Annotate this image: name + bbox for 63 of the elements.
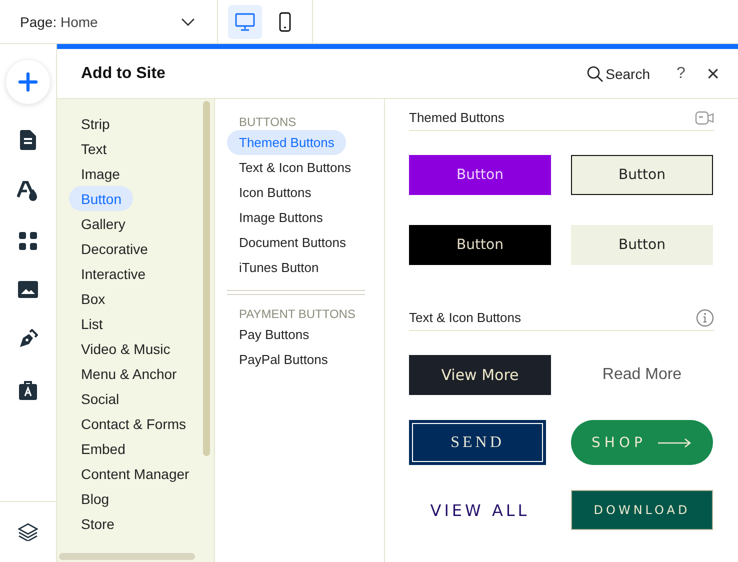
bag-icon[interactable] bbox=[19, 380, 37, 400]
panel-title: Add to Site bbox=[81, 64, 166, 82]
search-icon bbox=[586, 66, 603, 82]
subcategory-item[interactable]: Text & Icon Buttons bbox=[227, 155, 364, 180]
category-item[interactable]: Button bbox=[69, 186, 134, 211]
section-title: Themed Buttons bbox=[409, 110, 504, 125]
phone-icon bbox=[279, 12, 291, 32]
category-item[interactable]: Image bbox=[69, 161, 132, 186]
category-item[interactable]: Contact & Forms bbox=[69, 411, 198, 436]
button-preview[interactable]: VIEW ALL bbox=[409, 490, 551, 530]
scrollbar[interactable] bbox=[59, 553, 195, 560]
button-preview[interactable]: SHOP bbox=[571, 420, 713, 465]
button-preview[interactable]: Button bbox=[409, 155, 551, 195]
image-icon[interactable] bbox=[18, 281, 38, 298]
group-heading: PAYMENT BUTTONS bbox=[238, 307, 356, 321]
search-button[interactable]: Search bbox=[586, 66, 650, 82]
scrollbar[interactable] bbox=[203, 101, 210, 456]
category-item[interactable]: Menu & Anchor bbox=[69, 361, 189, 386]
pen-icon[interactable] bbox=[18, 329, 38, 349]
button-preview[interactable]: Button bbox=[571, 225, 713, 265]
category-item[interactable]: Decorative bbox=[69, 236, 160, 261]
chevron-down-icon bbox=[181, 18, 195, 26]
category-item[interactable]: Text bbox=[69, 136, 119, 161]
subcategory-item[interactable]: Pay Buttons bbox=[227, 322, 322, 347]
subcategory-item[interactable]: Icon Buttons bbox=[227, 180, 324, 205]
grid-icon[interactable] bbox=[19, 232, 37, 250]
help-button[interactable]: ? bbox=[672, 64, 690, 82]
category-item[interactable]: Video & Music bbox=[69, 336, 182, 361]
button-preview[interactable]: SEND bbox=[409, 420, 546, 465]
subcategory-item[interactable]: iTunes Button bbox=[227, 255, 331, 280]
arrow-right-icon bbox=[658, 438, 692, 448]
category-item[interactable]: Content Manager bbox=[69, 461, 202, 486]
section-title: Text & Icon Buttons bbox=[409, 310, 522, 325]
category-item[interactable]: Gallery bbox=[69, 211, 138, 236]
page-dropdown[interactable]: Page: Home bbox=[0, 0, 218, 43]
category-item[interactable]: Interactive bbox=[69, 261, 158, 286]
button-preview[interactable]: DOWNLOAD bbox=[571, 490, 713, 530]
subcategory-item[interactable]: PayPal Buttons bbox=[227, 347, 340, 372]
video-camera-icon[interactable] bbox=[695, 110, 714, 124]
group-heading: BUTTONS bbox=[238, 115, 296, 129]
category-item[interactable]: List bbox=[69, 311, 115, 336]
button-preview[interactable]: Read More bbox=[571, 355, 713, 395]
category-item[interactable]: Embed bbox=[69, 436, 138, 461]
subcategory-item[interactable]: Document Buttons bbox=[227, 230, 358, 255]
category-item[interactable]: Blog bbox=[69, 486, 122, 511]
button-preview[interactable]: Button bbox=[571, 155, 713, 195]
plus-icon bbox=[18, 72, 38, 92]
category-item[interactable]: Social bbox=[69, 386, 132, 411]
button-preview[interactable]: Button bbox=[409, 225, 551, 265]
category-item[interactable]: Store bbox=[69, 511, 126, 536]
layers-icon[interactable] bbox=[18, 523, 38, 541]
page-icon[interactable] bbox=[20, 130, 36, 150]
subcategory-item[interactable]: Image Buttons bbox=[227, 205, 335, 230]
category-item[interactable]: Box bbox=[69, 286, 118, 311]
category-item[interactable]: Strip bbox=[69, 111, 122, 136]
close-button[interactable]: × bbox=[704, 60, 722, 86]
font-droplet-icon[interactable] bbox=[17, 181, 39, 201]
desktop-view-button[interactable] bbox=[228, 4, 262, 38]
info-icon[interactable] bbox=[696, 308, 714, 326]
monitor-icon bbox=[235, 12, 255, 30]
add-button[interactable] bbox=[6, 60, 50, 104]
button-preview[interactable]: View More bbox=[409, 355, 551, 395]
subcategory-item[interactable]: Themed Buttons bbox=[227, 130, 346, 155]
